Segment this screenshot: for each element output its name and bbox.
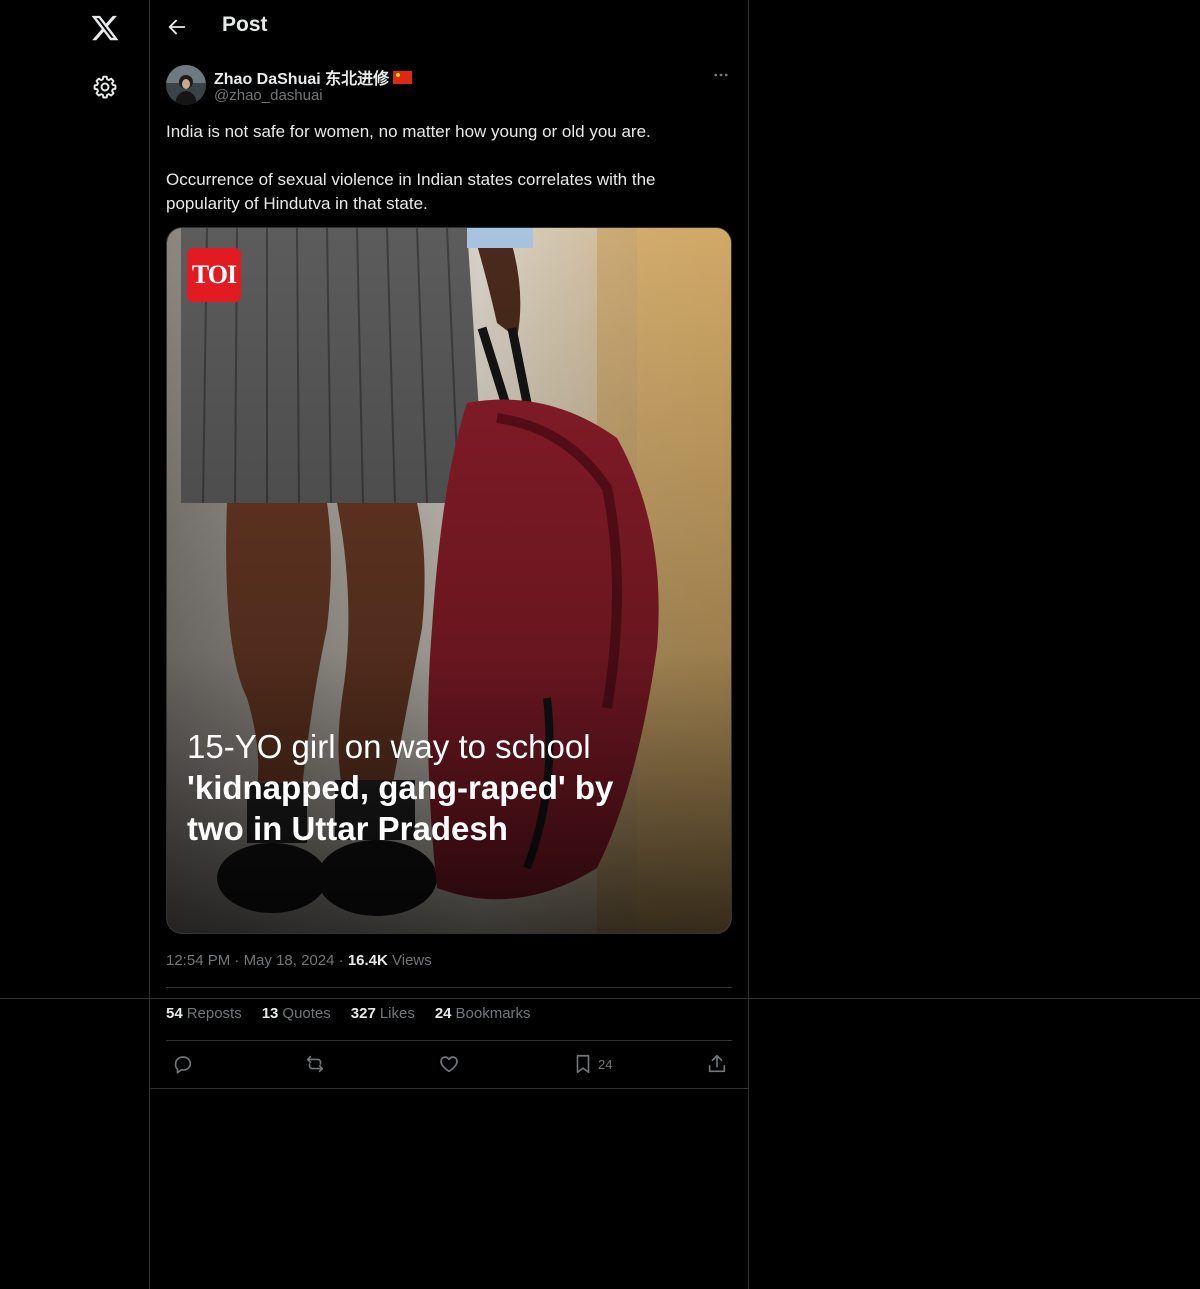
- meta-separator: ·: [234, 952, 240, 969]
- headline-line-2: 'kidnapped, gang-raped' by: [187, 769, 614, 806]
- reposts-stat[interactable]: 54 Reposts: [166, 1005, 242, 1022]
- likes-label: Likes: [379, 1005, 415, 1022]
- more-options-icon[interactable]: [712, 66, 730, 84]
- bookmark-icon: [576, 1054, 590, 1074]
- engagement-stats: 54 Reposts 13 Quotes 327 Likes 24 Bookmarks: [166, 1005, 531, 1022]
- page-header: Post: [150, 0, 748, 54]
- reply-button[interactable]: [172, 1053, 194, 1075]
- bookmarks-count: 24: [434, 1005, 452, 1022]
- bookmarks-stat[interactable]: 24 Bookmarks: [435, 1005, 531, 1022]
- page-title: Post: [222, 13, 268, 36]
- quotes-label: Quotes: [282, 1005, 331, 1022]
- divider: [166, 987, 732, 988]
- headline-line-3: two in Uttar Pradesh: [187, 810, 508, 847]
- reposts-count: 54: [166, 1005, 183, 1022]
- likes-count: 327: [350, 1005, 376, 1022]
- bookmarks-label: Bookmarks: [455, 1005, 531, 1022]
- china-flag-icon: [393, 70, 413, 84]
- repost-icon: [306, 1055, 324, 1073]
- reposts-label: Reposts: [186, 1005, 242, 1022]
- tweet-time[interactable]: 12:54 PM: [166, 952, 230, 969]
- headline-line-1: 15-YO girl on way to school: [187, 728, 591, 765]
- tweet-media-image[interactable]: TOI 15-YO girl on way to school 'kidnapp…: [166, 227, 732, 934]
- bookmark-count: 24: [598, 1056, 613, 1072]
- author-name[interactable]: Zhao DaShuai 东北进修: [214, 65, 389, 89]
- repost-button[interactable]: [304, 1053, 326, 1075]
- left-nav: [0, 0, 150, 1289]
- views-count: 16.4K: [347, 952, 388, 969]
- divider: [166, 1040, 732, 1041]
- toi-badge: TOI: [187, 248, 241, 302]
- tweet-paragraph: India is not safe for women, no matter h…: [166, 122, 651, 141]
- tweet-date[interactable]: May 18, 2024: [244, 952, 335, 969]
- tweet-text: India is not safe for women, no matter h…: [166, 120, 732, 216]
- bookmark-button[interactable]: 24: [572, 1053, 612, 1075]
- arrow-left-icon[interactable]: [166, 16, 188, 38]
- tweet-paragraph: Occurrence of sexual violence in Indian …: [166, 170, 656, 213]
- avatar[interactable]: [166, 65, 206, 105]
- meta-separator: ·: [338, 952, 344, 969]
- likes-stat[interactable]: 327 Likes: [351, 1005, 415, 1022]
- tweet-meta: 12:54 PM · May 18, 2024 · 16.4K Views: [166, 952, 432, 969]
- author-name-row[interactable]: Zhao DaShuai 东北进修: [214, 65, 413, 89]
- main-column: Post Zhao DaShuai 东北进修 @zhao_dashuai Ind…: [150, 0, 749, 1289]
- x-logo-icon[interactable]: [90, 13, 120, 43]
- gear-icon[interactable]: [92, 74, 118, 100]
- quotes-stat[interactable]: 13 Quotes: [262, 1005, 331, 1022]
- reply-icon: [174, 1056, 192, 1074]
- author-handle[interactable]: @zhao_dashuai: [214, 87, 323, 104]
- heart-icon: [440, 1056, 458, 1073]
- share-icon: [708, 1054, 726, 1073]
- action-bar: 24: [166, 1050, 732, 1078]
- quotes-count: 13: [261, 1005, 279, 1022]
- like-button[interactable]: [438, 1053, 460, 1075]
- media-headline: 15-YO girl on way to school 'kidnapped, …: [187, 726, 717, 849]
- divider: [150, 1088, 748, 1089]
- views-label: Views: [392, 952, 432, 969]
- share-button[interactable]: [706, 1053, 728, 1075]
